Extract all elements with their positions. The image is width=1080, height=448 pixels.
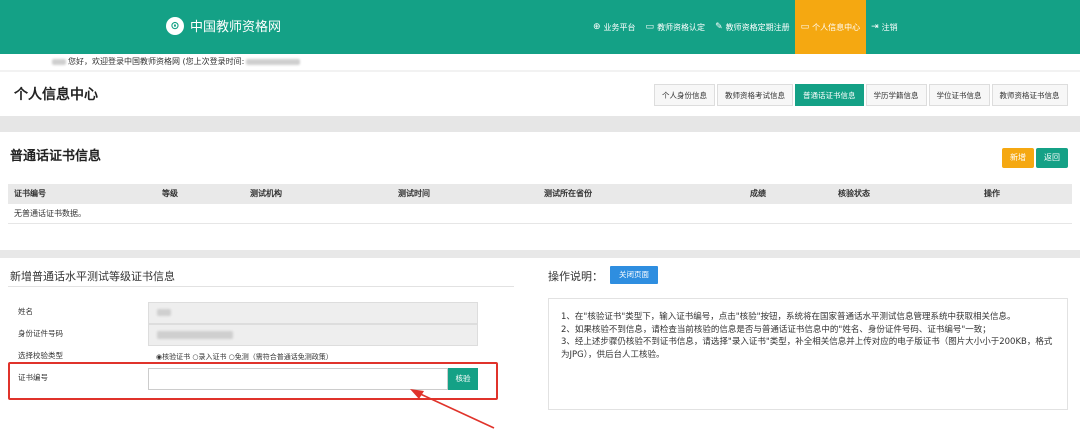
add-form-title: 新增普通话水平测试等级证书信息 xyxy=(10,270,175,283)
form-row-name: 姓名 xyxy=(10,302,510,324)
column-header: 测试所在省份 xyxy=(544,189,592,198)
column-header: 操作 xyxy=(984,189,1000,198)
cert-table: 证书编号 等级 测试机构 测试时间 测试所在省份 成绩 核验状态 操作 无普通话… xyxy=(8,184,1072,224)
nav-label: 注销 xyxy=(881,22,898,32)
id-number-field xyxy=(148,324,478,346)
nav-item-registration[interactable]: ✎ 教师资格定期注册 xyxy=(710,0,795,54)
redacted-time xyxy=(246,58,301,65)
mandarin-cert-panel: 普通话证书信息 新增 返回 证书编号 等级 测试机构 测试时间 测试所在省份 成… xyxy=(0,132,1080,250)
edit-icon: ✎ xyxy=(715,22,723,32)
instructions-box: 1、在"核验证书"类型下，输入证书编号，点击"核验"按钮，系统将在国家普通话水平… xyxy=(548,298,1068,410)
redacted-name xyxy=(157,309,171,316)
redacted-username xyxy=(52,58,66,65)
nav-item-logout[interactable]: ⇥ 注销 xyxy=(866,0,903,54)
monitor-icon: ▭ xyxy=(645,22,655,32)
table-header: 证书编号 等级 测试机构 测试时间 测试所在省份 成绩 核验状态 操作 xyxy=(8,184,1072,204)
name-field xyxy=(148,302,478,324)
nav-label: 教师资格定期注册 xyxy=(725,22,790,32)
logout-icon: ⇥ xyxy=(871,22,879,32)
tab-teacher-cert[interactable]: 教师资格证书信息 xyxy=(991,84,1068,106)
panel-title: 普通话证书信息 xyxy=(10,149,102,164)
nav-item-certification[interactable]: ▭ 教师资格认定 xyxy=(641,0,711,54)
lower-panel: 新增普通话水平测试等级证书信息 姓名 身份证件号码 选择校验类型 ◉核验证书 ○… xyxy=(0,258,1080,448)
column-header: 证书编号 xyxy=(14,189,46,198)
instruction-line: 1、在"核验证书"类型下，输入证书编号，点击"核验"按钮，系统将在国家普通话水平… xyxy=(561,312,1016,322)
top-nav: ⊕ 业务平台 ▭ 教师资格认定 ✎ 教师资格定期注册 ▭ 个人信息中心 ⇥ 注销 xyxy=(588,0,903,54)
column-header: 成绩 xyxy=(750,189,766,198)
nav-item-personal-center[interactable]: ▭ 个人信息中心 xyxy=(794,0,867,54)
site-name: 中国教师资格网 xyxy=(190,20,282,35)
top-header: ⊙ 中国教师资格网 ⊕ 业务平台 ▭ 教师资格认定 ✎ 教师资格定期注册 ▭ 个… xyxy=(0,0,1080,54)
instruction-line: 2、如果核验不到信息，请检查当前核验的信息是否与普通话证书信息中的"姓名、身份证… xyxy=(561,324,991,335)
type-label: 选择校验类型 xyxy=(18,351,63,360)
back-button[interactable]: 返回 xyxy=(1036,148,1068,168)
section-gap xyxy=(0,250,1080,258)
close-page-button[interactable]: 关闭页面 xyxy=(610,266,658,284)
logo-icon: ⊙ xyxy=(166,16,184,35)
nav-item-business[interactable]: ⊕ 业务平台 xyxy=(588,0,641,54)
name-label: 姓名 xyxy=(18,307,33,316)
redacted-id xyxy=(157,331,233,339)
welcome-bar: 您好，欢迎登录中国教师资格网 (您上次登录时间: xyxy=(0,54,1080,70)
column-header: 等级 xyxy=(162,189,178,198)
nav-label: 个人信息中心 xyxy=(812,22,861,32)
tab-mandarin-cert[interactable]: 普通话证书信息 xyxy=(795,84,864,106)
highlight-box xyxy=(8,362,498,400)
section-gap xyxy=(0,116,1080,132)
globe-icon: ⊕ xyxy=(593,22,601,32)
instructions-title: 操作说明： xyxy=(548,270,603,283)
page: ⊙ 中国教师资格网 ⊕ 业务平台 ▭ 教师资格认定 ✎ 教师资格定期注册 ▭ 个… xyxy=(0,0,1080,448)
empty-row: 无普通话证书数据。 xyxy=(8,204,1072,224)
nav-label: 业务平台 xyxy=(603,22,636,32)
tab-identity[interactable]: 个人身份信息 xyxy=(654,84,715,106)
page-title: 个人信息中心 xyxy=(14,87,98,103)
personal-center-header: 个人信息中心 个人身份信息 教师资格考试信息 普通话证书信息 学历学籍信息 学位… xyxy=(0,72,1080,116)
column-header: 核验状态 xyxy=(838,189,870,198)
tab-education[interactable]: 学历学籍信息 xyxy=(865,84,927,106)
add-button[interactable]: 新增 xyxy=(1002,148,1034,168)
welcome-message: 您好，欢迎登录中国教师资格网 (您上次登录时间: xyxy=(52,56,301,67)
column-header: 测试时间 xyxy=(398,189,430,198)
verify-type-radios[interactable]: ◉核验证书 ○录入证书 ○免测（需符合普通话免测政策） xyxy=(156,352,333,362)
tab-degree[interactable]: 学位证书信息 xyxy=(928,84,990,106)
welcome-text: 您好，欢迎登录中国教师资格网 (您上次登录时间: xyxy=(68,57,245,66)
column-header: 测试机构 xyxy=(250,189,282,198)
monitor-icon: ▭ xyxy=(800,22,810,32)
divider xyxy=(8,286,514,287)
instruction-line: 3、经上述步骤仍核验不到证书信息，请选择"录入证书"类型，补全相关信息并上传对应… xyxy=(561,337,1053,360)
site-logo[interactable]: ⊙ 中国教师资格网 xyxy=(166,16,281,35)
tab-exam[interactable]: 教师资格考试信息 xyxy=(717,84,793,106)
id-label: 身份证件号码 xyxy=(18,329,63,338)
info-tabs: 个人身份信息 教师资格考试信息 普通话证书信息 学历学籍信息 学位证书信息 教师… xyxy=(652,84,1068,106)
nav-label: 教师资格认定 xyxy=(657,22,706,32)
form-row-id: 身份证件号码 xyxy=(10,324,510,346)
